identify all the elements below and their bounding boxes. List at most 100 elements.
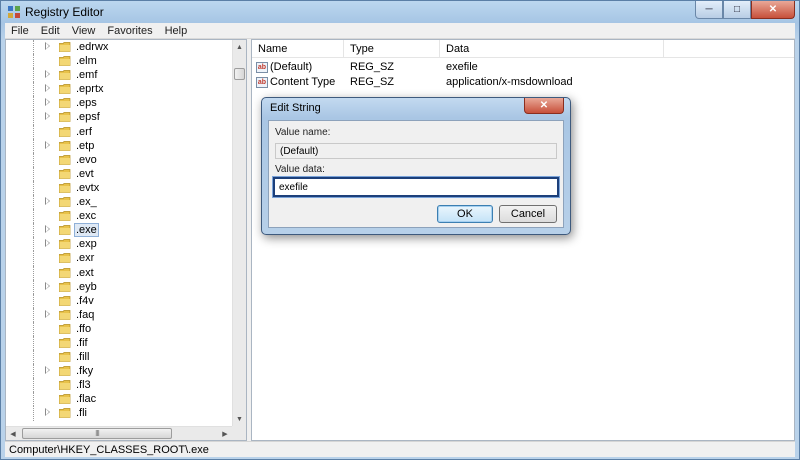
cancel-button[interactable]: Cancel xyxy=(499,205,557,223)
tree-item[interactable]: .ex_ xyxy=(6,195,226,210)
tree-item[interactable]: .exc xyxy=(6,209,226,224)
tree-item-label: .exc xyxy=(76,210,97,223)
expand-arrow-icon[interactable] xyxy=(45,140,50,149)
list-row-content-type[interactable]: ab Content Type REG_SZ application/x-msd… xyxy=(252,74,664,90)
tree-item-label: .eps xyxy=(76,97,97,110)
value-data: application/x-msdownload xyxy=(446,76,573,88)
tree-guide-line xyxy=(33,406,34,421)
tree-guide-line xyxy=(33,138,34,153)
tree-item[interactable]: .exe xyxy=(6,223,226,238)
expand-arrow-icon[interactable] xyxy=(45,84,50,93)
ok-button[interactable]: OK xyxy=(437,205,493,223)
folder-icon xyxy=(59,112,71,123)
tree-item[interactable]: .ffo xyxy=(6,321,226,336)
expand-arrow-icon[interactable] xyxy=(45,309,50,318)
expand-arrow-icon[interactable] xyxy=(45,225,50,234)
tree-item[interactable]: .exr xyxy=(6,251,226,266)
vertical-scroll-thumb[interactable] xyxy=(234,68,245,80)
tree-item[interactable]: .f4v xyxy=(6,293,226,308)
tree-item-label: .fli xyxy=(76,407,87,420)
status-bar: Computer\HKEY_CLASSES_ROOT\.exe xyxy=(5,441,795,457)
title-bar[interactable]: Registry Editor ─ □ ✕ xyxy=(1,1,799,23)
scroll-up-arrow-icon[interactable]: ▲ xyxy=(233,40,246,54)
tree-item[interactable]: .erf xyxy=(6,124,226,139)
menu-view[interactable]: View xyxy=(66,23,102,38)
tree-item[interactable]: .exp xyxy=(6,237,226,252)
expand-arrow-icon[interactable] xyxy=(45,239,50,248)
expand-arrow-icon[interactable] xyxy=(45,112,50,121)
column-header-data[interactable]: Data xyxy=(440,40,664,58)
scroll-down-arrow-icon[interactable]: ▼ xyxy=(233,412,246,426)
tree-item[interactable]: .emf xyxy=(6,68,226,83)
value-data-input[interactable] xyxy=(272,176,560,198)
expand-arrow-icon[interactable] xyxy=(45,42,50,50)
scroll-right-arrow-icon[interactable]: ▶ xyxy=(218,427,232,440)
tree-item[interactable]: .evt xyxy=(6,166,226,181)
scroll-left-arrow-icon[interactable]: ◀ xyxy=(6,427,20,440)
tree-guide-line xyxy=(33,321,34,336)
value-data: exefile xyxy=(446,61,478,73)
tree-item-label: .evo xyxy=(76,153,97,166)
folder-icon xyxy=(59,267,71,278)
tree-item[interactable]: .fill xyxy=(6,350,226,365)
tree-item-label: .fky xyxy=(76,365,94,378)
list-row-default[interactable]: ab (Default) REG_SZ exefile xyxy=(252,59,664,75)
menu-file[interactable]: File xyxy=(5,23,35,38)
tree-item[interactable]: .faq xyxy=(6,307,226,322)
tree-item[interactable]: .fky xyxy=(6,364,226,379)
expand-arrow-icon[interactable] xyxy=(45,408,50,417)
menu-help[interactable]: Help xyxy=(159,23,194,38)
value-name-field: (Default) xyxy=(275,143,557,159)
folder-icon xyxy=(59,126,71,137)
menu-favorites[interactable]: Favorites xyxy=(101,23,158,38)
expand-arrow-icon[interactable] xyxy=(45,281,50,290)
tree-vertical-scrollbar[interactable]: ▲ ▼ xyxy=(232,40,246,426)
tree-item[interactable]: .eyb xyxy=(6,279,226,294)
tree-item[interactable]: .evtx xyxy=(6,180,226,196)
tree-item[interactable]: .evo xyxy=(6,152,226,167)
tree-guide-line xyxy=(33,350,34,365)
folder-icon xyxy=(59,324,71,334)
tree-item[interactable]: .fli xyxy=(6,406,226,421)
tree-guide-line xyxy=(33,378,34,393)
close-button[interactable]: ✕ xyxy=(751,1,795,19)
column-header-type[interactable]: Type xyxy=(344,40,440,58)
minimize-button[interactable]: ─ xyxy=(695,1,723,19)
tree-guide-line xyxy=(33,40,34,55)
folder-icon xyxy=(59,253,71,264)
tree-horizontal-scrollbar[interactable]: ◀ III ▶ xyxy=(6,426,232,440)
tree-guide-line xyxy=(33,68,34,83)
expand-arrow-icon[interactable] xyxy=(45,70,50,79)
dialog-close-button[interactable]: ✕ xyxy=(524,98,564,114)
tree-item[interactable]: .fif xyxy=(6,335,226,351)
folder-icon xyxy=(59,42,71,52)
expand-arrow-icon[interactable] xyxy=(45,366,50,375)
expand-arrow-icon[interactable] xyxy=(45,197,50,206)
tree-item-label: .exr xyxy=(76,252,95,265)
column-header-name[interactable]: Name xyxy=(252,40,344,58)
scrollbar-corner xyxy=(232,426,246,440)
tree-item[interactable]: .fl3 xyxy=(6,378,226,393)
tree-guide-line xyxy=(33,335,34,351)
caption-buttons: ─ □ ✕ xyxy=(695,1,795,19)
tree-item[interactable]: .etp xyxy=(6,138,226,153)
folder-icon xyxy=(59,211,71,221)
folder-icon xyxy=(59,281,71,292)
tree-item[interactable]: .eprtx xyxy=(6,82,226,97)
tree-item-label: .epsf xyxy=(76,111,100,124)
tree-item[interactable]: .epsf xyxy=(6,110,226,125)
tree-item[interactable]: .ext xyxy=(6,265,226,280)
tree-item[interactable]: .flac xyxy=(6,392,226,407)
tree-item[interactable]: .edrwx xyxy=(6,40,226,55)
expand-arrow-icon[interactable] xyxy=(45,98,50,107)
tree-item-label: .fl3 xyxy=(76,379,91,392)
menu-edit[interactable]: Edit xyxy=(35,23,66,38)
tree-item[interactable]: .elm xyxy=(6,54,226,69)
value-name-label: Value name: xyxy=(275,127,331,138)
horizontal-scroll-thumb[interactable]: III xyxy=(22,428,172,439)
folder-icon xyxy=(59,70,71,81)
maximize-button[interactable]: □ xyxy=(723,1,751,19)
tree-item-label: .ext xyxy=(76,266,94,279)
folder-icon xyxy=(59,197,71,207)
tree-item[interactable]: .eps xyxy=(6,96,226,111)
